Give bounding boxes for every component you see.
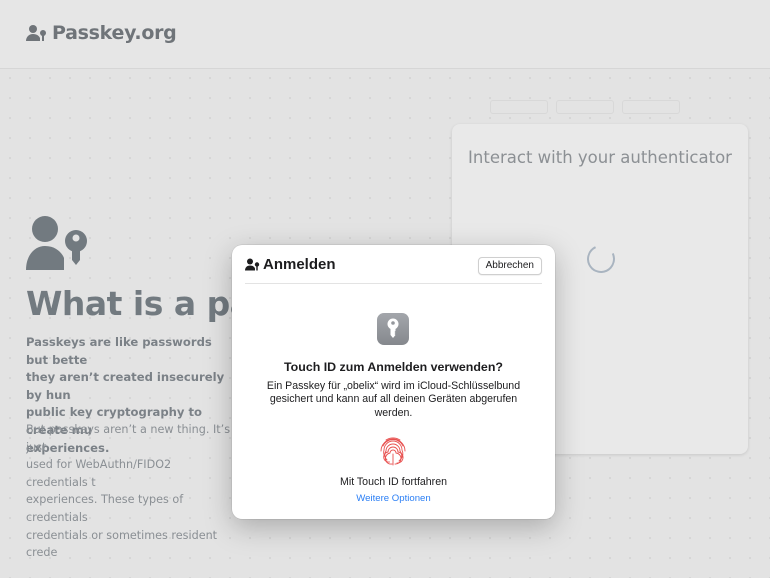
more-options-link[interactable]: Weitere Optionen xyxy=(232,493,555,504)
user-key-icon xyxy=(26,216,87,270)
dialog-title: Anmelden xyxy=(263,256,336,273)
app-key-tile xyxy=(377,313,409,345)
user-key-icon xyxy=(245,258,260,271)
logo-text: Passkey.org xyxy=(52,22,177,44)
dialog-prompt: Touch ID zum Anmelden verwenden? xyxy=(284,360,503,374)
passkey-signin-dialog: Anmelden Abbrechen Touch ID zum Anmelden… xyxy=(232,245,555,519)
user-key-icon xyxy=(26,25,46,41)
loading-spinner-icon xyxy=(583,241,619,277)
site-header: Passkey.org xyxy=(0,0,770,69)
fingerprint-icon[interactable] xyxy=(377,435,409,467)
faded-tab xyxy=(622,100,680,114)
hero-paragraph-secondary: But passkeys aren’t a new thing. It’s ju… xyxy=(26,423,231,560)
dialog-divider xyxy=(245,283,542,284)
faded-tab xyxy=(490,100,548,114)
dialog-description: Ein Passkey für „obelix“ wird im iCloud-… xyxy=(266,380,521,419)
authenticator-title: Interact with your authenticator xyxy=(468,148,732,167)
dialog-header: Anmelden xyxy=(245,256,336,273)
key-icon xyxy=(387,318,399,338)
site-logo[interactable]: Passkey.org xyxy=(26,22,177,44)
touch-id-continue-label: Mit Touch ID fortfahren xyxy=(340,476,447,488)
cancel-button[interactable]: Abbrechen xyxy=(477,257,542,275)
faded-tabs xyxy=(490,100,680,114)
faded-tab xyxy=(556,100,614,114)
